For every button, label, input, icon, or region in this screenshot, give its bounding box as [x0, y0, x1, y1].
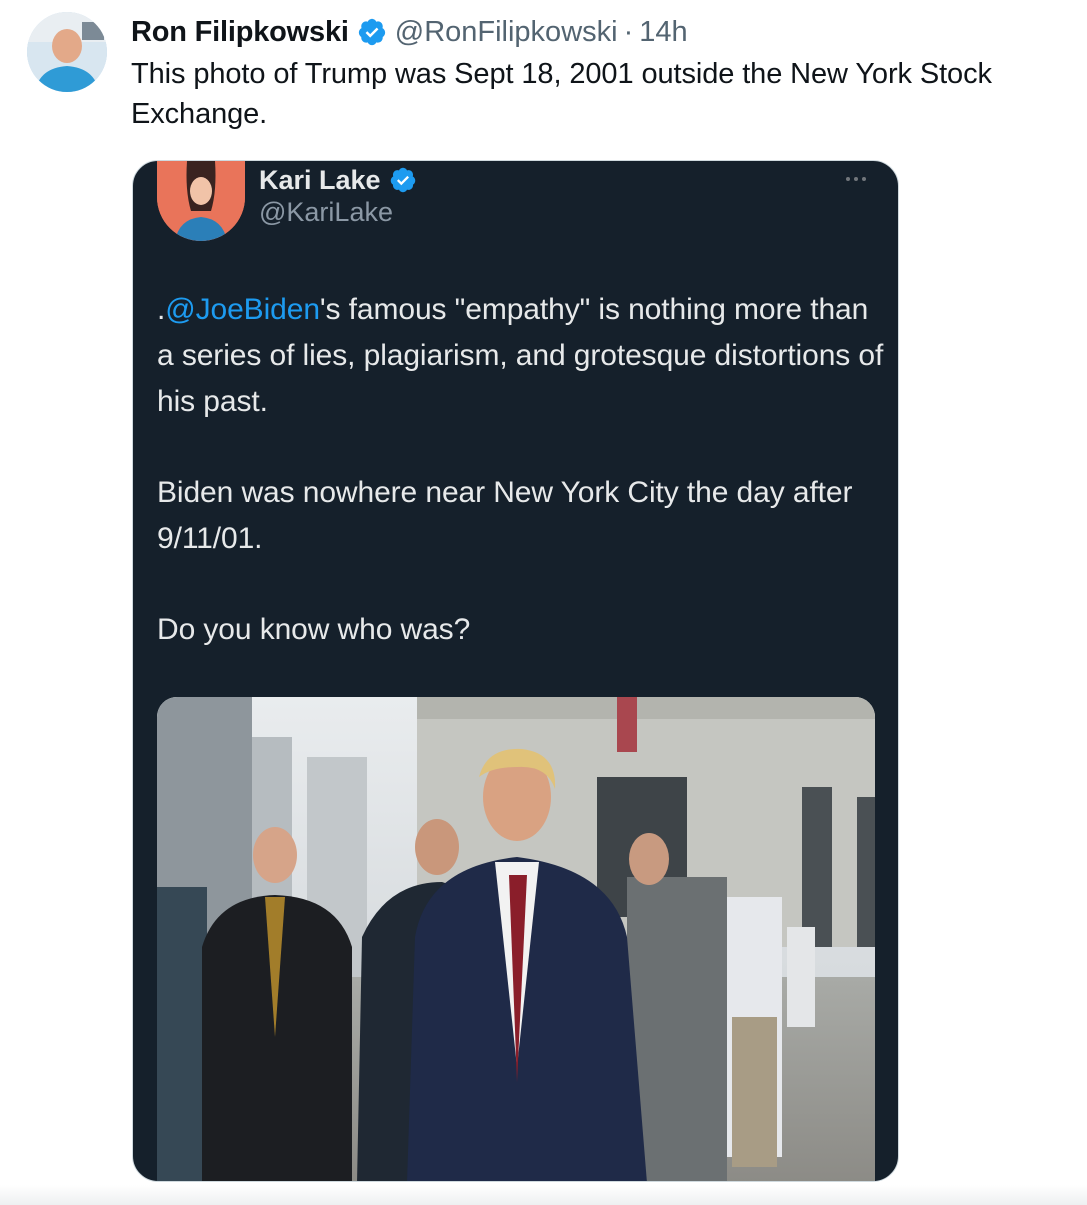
- quoted-post-text: .@JoeBiden's famous "empathy" is nothing…: [157, 287, 887, 698]
- post-timestamp[interactable]: 14h: [639, 16, 687, 49]
- quoted-paragraph-2: Biden was nowhere near New York City the…: [157, 476, 853, 555]
- post-header: Ron Filipkowski @RonFilipkowski · 14h: [131, 12, 688, 52]
- quoted-author-handle[interactable]: @KariLake: [259, 197, 393, 228]
- verified-badge-icon: [358, 18, 385, 46]
- quoted-author-avatar[interactable]: [157, 161, 245, 241]
- author-name[interactable]: Ron Filipkowski: [131, 16, 349, 49]
- separator-dot: ·: [623, 15, 634, 48]
- attached-photo[interactable]: [157, 697, 875, 1181]
- author-handle[interactable]: @RonFilipkowski: [395, 16, 618, 49]
- quoted-paragraph-1: .@JoeBiden's famous "empathy" is nothing…: [157, 293, 884, 418]
- quoted-post-card[interactable]: Kari Lake @KariLake .@JoeBiden's famous …: [132, 160, 899, 1182]
- quoted-author-name-row: Kari Lake: [259, 161, 417, 199]
- post-text: This photo of Trump was Sept 18, 2001 ou…: [131, 58, 992, 130]
- quoted-author-name[interactable]: Kari Lake: [259, 165, 381, 196]
- author-avatar[interactable]: [27, 12, 107, 92]
- more-options-icon[interactable]: [838, 171, 874, 187]
- bottom-divider: [0, 1185, 1087, 1205]
- verified-badge-icon: [390, 167, 415, 193]
- mention-link[interactable]: @JoeBiden: [165, 293, 320, 326]
- quoted-paragraph-3: Do you know who was?: [157, 613, 471, 646]
